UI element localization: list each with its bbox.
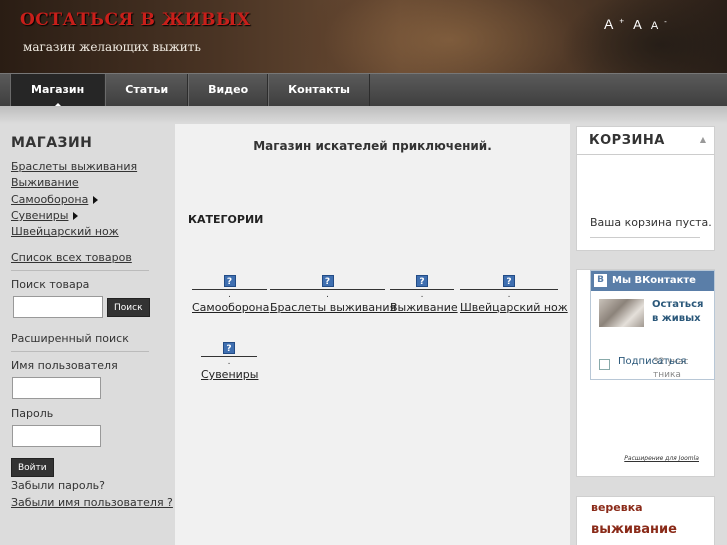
- password-field[interactable]: [12, 425, 101, 448]
- vk-subscribe-checkbox[interactable]: [599, 359, 610, 370]
- nav-item-shop[interactable]: Магазин: [10, 74, 106, 107]
- search-label: Поиск товара: [11, 278, 90, 292]
- missing-image-icon: ?: [223, 342, 235, 354]
- vk-widget-header[interactable]: В Мы ВКонтакте: [591, 271, 714, 291]
- category-tile-souvenirs[interactable]: ? . Сувениры: [201, 342, 258, 381]
- expand-arrow-icon[interactable]: [93, 195, 99, 204]
- category-name[interactable]: Самооборона: [192, 301, 269, 314]
- missing-image-icon: ?: [416, 275, 428, 287]
- font-size-controls: A + A A-: [604, 16, 673, 32]
- username-field[interactable]: [12, 377, 101, 400]
- sidebar-category-label: Сувениры: [11, 208, 69, 222]
- tags-panel: веревка выживание: [576, 496, 715, 545]
- category-name[interactable]: Швейцарский нож: [460, 301, 568, 314]
- vk-group-name[interactable]: Остаться в живых: [652, 298, 704, 326]
- header-background-shadow: [560, 0, 727, 73]
- cart-empty-message: Ваша корзина пуста.: [590, 216, 712, 229]
- joomla-extension-link[interactable]: Расширение для Joomla: [624, 455, 699, 462]
- site-slogan: магазин желающих выжить: [23, 40, 201, 54]
- sidebar-category-label: Браслеты выживания: [11, 160, 138, 173]
- divider: [11, 351, 149, 353]
- vk-subscribe-link[interactable]: Подписаться: [618, 356, 686, 367]
- category-name[interactable]: Браслеты выживания: [270, 301, 396, 314]
- missing-image-icon: ?: [503, 275, 515, 287]
- advanced-search-link[interactable]: Расширенный поиск: [11, 332, 175, 345]
- header: ОСТАТЬСЯ В ЖИВЫХ магазин желающих выжить…: [0, 0, 727, 73]
- font-increase-button[interactable]: A +: [604, 16, 624, 32]
- forgot-username-link[interactable]: Забыли имя пользователя ?: [11, 496, 175, 509]
- vk-logo-icon: В: [594, 273, 607, 287]
- category-dot: .: [227, 357, 231, 367]
- main-content: Магазин искателей приключений. КАТЕГОРИИ…: [175, 124, 570, 545]
- font-reset-button[interactable]: A: [633, 17, 642, 32]
- font-increase-letter: A: [604, 16, 614, 32]
- main-nav: Магазин Статьи Видео Контакты: [0, 73, 727, 107]
- category-tile-swiss-knife[interactable]: ? . Швейцарский нож: [460, 275, 568, 314]
- tag-link[interactable]: выживание: [591, 522, 677, 537]
- category-dot: .: [420, 290, 424, 300]
- cart-title: КОРЗИНА: [577, 127, 714, 155]
- category-dot: .: [507, 290, 511, 300]
- password-label: Пароль: [11, 407, 54, 421]
- cart-panel: КОРЗИНА ▲ Ваша корзина пуста.: [576, 126, 715, 251]
- login-button[interactable]: Войти: [11, 458, 54, 478]
- sidebar-category-self-defense[interactable]: Самооборона: [11, 192, 175, 208]
- sidebar-category-label: Выживание: [11, 176, 79, 190]
- font-decrease-sign: -: [664, 17, 667, 27]
- page-title: Магазин искателей приключений.: [253, 139, 492, 153]
- missing-image-icon: ?: [223, 275, 236, 287]
- search-input[interactable]: [13, 296, 103, 319]
- missing-image-icon: ?: [321, 275, 334, 287]
- nav-item-video[interactable]: Видео: [188, 74, 269, 107]
- sidebar-category-swiss-knife[interactable]: Швейцарский нож: [11, 224, 175, 240]
- collapse-icon[interactable]: ▲: [700, 135, 706, 144]
- sidebar-category-bracelets[interactable]: Браслеты выживания: [11, 159, 175, 175]
- nav-item-contacts[interactable]: Контакты: [268, 74, 370, 107]
- font-decrease-button[interactable]: A-: [651, 17, 667, 32]
- search-button[interactable]: Поиск: [107, 297, 150, 317]
- vk-group-avatar[interactable]: [599, 299, 644, 327]
- category-dot: .: [228, 290, 231, 300]
- category-tile-self-defense[interactable]: ? . Самооборона: [192, 275, 269, 314]
- font-increase-sign: +: [619, 16, 625, 26]
- left-sidebar: МАГАЗИН Браслеты выживания Выживание Сам…: [0, 124, 175, 545]
- forgot-password-link[interactable]: Забыли пароль?: [11, 479, 175, 492]
- nav-shadow: [0, 106, 727, 124]
- sidebar-category-label: Швейцарский нож: [11, 225, 119, 239]
- nav-item-articles[interactable]: Статьи: [105, 74, 189, 107]
- font-decrease-letter: A: [650, 20, 659, 32]
- right-sidebar: КОРЗИНА ▲ Ваша корзина пуста. В Мы ВКонта…: [570, 124, 727, 545]
- vk-widget-panel: В Мы ВКонтакте Остаться в живых 32 участн…: [576, 269, 715, 477]
- divider: [590, 237, 700, 238]
- category-tile-survival[interactable]: ? . Выживание: [390, 275, 458, 314]
- vk-widget: В Мы ВКонтакте Остаться в живых 32 участн…: [590, 270, 715, 380]
- categories-heading: КАТЕГОРИИ: [188, 213, 264, 226]
- sidebar-category-survival[interactable]: Выживание: [11, 175, 175, 191]
- header-background-texture: [300, 0, 600, 73]
- nav-list: Магазин Статьи Видео Контакты: [10, 74, 370, 107]
- sidebar-category-souvenirs[interactable]: Сувениры: [11, 208, 175, 224]
- site-title[interactable]: ОСТАТЬСЯ В ЖИВЫХ: [20, 10, 251, 30]
- username-label: Имя пользователя: [11, 359, 118, 373]
- category-name[interactable]: Сувениры: [201, 368, 258, 381]
- shop-heading: МАГАЗИН: [11, 135, 93, 151]
- all-products-link[interactable]: Список всех товаров: [11, 251, 175, 264]
- category-dot: .: [326, 290, 329, 300]
- search-row: Поиск: [11, 296, 175, 319]
- vk-widget-title: Мы ВКонтакте: [612, 275, 696, 286]
- divider: [11, 270, 149, 272]
- sidebar-category-label: Самооборона: [11, 192, 89, 206]
- category-name[interactable]: Выживание: [390, 301, 458, 314]
- expand-arrow-icon[interactable]: [73, 211, 79, 220]
- category-tile-bracelets[interactable]: ? . Браслеты выживания: [270, 275, 396, 314]
- tag-link[interactable]: веревка: [591, 501, 643, 514]
